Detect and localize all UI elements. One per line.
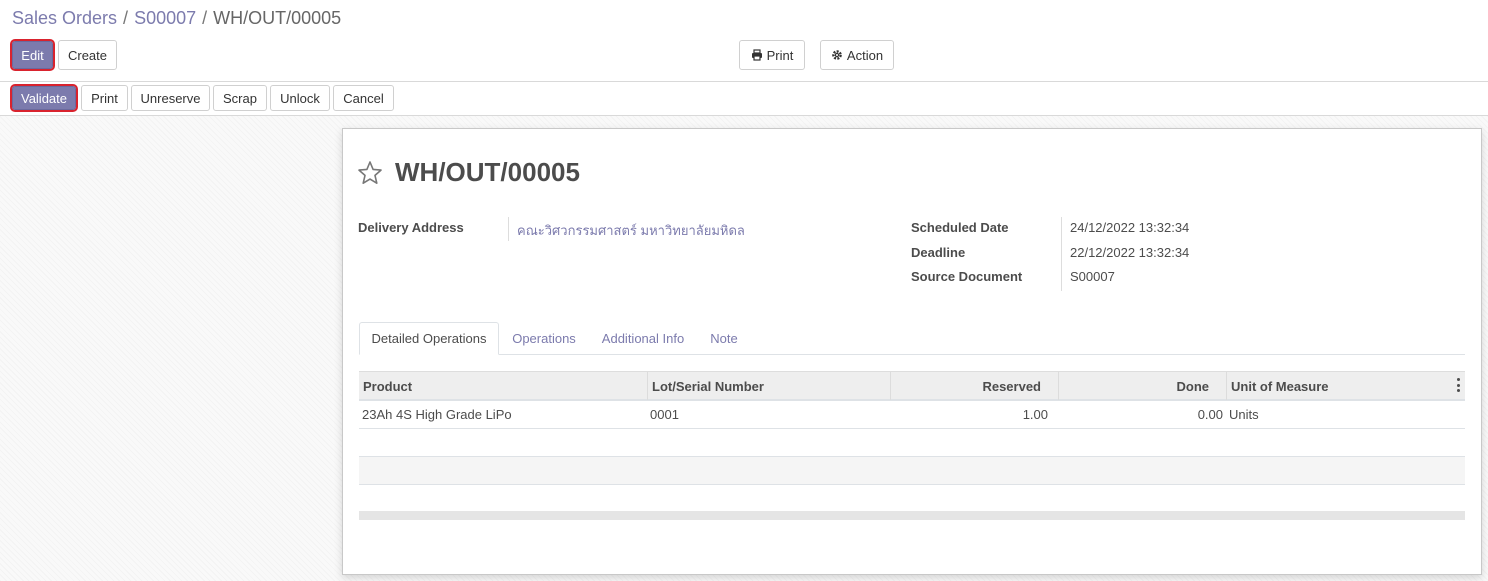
- print-menu-label: Print: [766, 47, 794, 63]
- title-row: WH/OUT/00005: [357, 157, 580, 188]
- table-footer: [359, 511, 1465, 520]
- tab-operations[interactable]: Operations: [509, 322, 579, 355]
- create-button[interactable]: Create: [58, 40, 117, 70]
- action-menu-label: Action: [846, 47, 884, 63]
- record-title: WH/OUT/00005: [395, 157, 580, 187]
- table-row-empty: [359, 485, 1465, 513]
- cell-done: 0.00: [1197, 407, 1223, 422]
- scrap-button[interactable]: Scrap: [213, 85, 267, 111]
- scheduled-date-label: Scheduled Date: [911, 220, 1009, 235]
- scheduled-date-value: 24/12/2022 13:32:34: [1070, 220, 1190, 235]
- column-header-done[interactable]: Done: [1058, 372, 1226, 400]
- print-button[interactable]: Print: [81, 85, 128, 111]
- breadcrumb-sales-orders[interactable]: Sales Orders: [12, 8, 117, 28]
- unreserve-button[interactable]: Unreserve: [131, 85, 210, 111]
- breadcrumb-current: WH/OUT/00005: [213, 8, 342, 28]
- column-header-uom[interactable]: Unit of Measure: [1226, 372, 1465, 400]
- breadcrumb: Sales Orders / S00007/WH/OUT/00005: [12, 7, 341, 29]
- validate-button[interactable]: Validate: [10, 84, 78, 112]
- tab-additional-info[interactable]: Additional Info: [596, 322, 690, 355]
- column-header-product[interactable]: Product: [359, 372, 647, 400]
- print-menu-button[interactable]: Print: [739, 40, 805, 70]
- tab-detailed-operations[interactable]: Detailed Operations: [359, 322, 499, 355]
- edit-button[interactable]: Edit: [10, 39, 55, 71]
- column-header-lot[interactable]: Lot/Serial Number: [647, 372, 890, 400]
- breadcrumb-separator: /: [202, 8, 208, 28]
- notebook-tabs: Detailed Operations Operations Additiona…: [359, 322, 1465, 355]
- gear-icon: [831, 49, 843, 61]
- unlock-button[interactable]: Unlock: [270, 85, 330, 111]
- status-bar: Validate Print Unreserve Scrap Unlock Ca…: [0, 82, 1488, 116]
- cell-lot: 0001: [650, 407, 679, 422]
- cell-product: 23Ah 4S High Grade LiPo: [362, 407, 512, 422]
- printer-icon: [751, 49, 763, 61]
- column-header-reserved[interactable]: Reserved: [890, 372, 1058, 400]
- deadline-label: Deadline: [911, 245, 966, 260]
- kebab-icon[interactable]: [1457, 378, 1461, 392]
- table-row-empty: [359, 429, 1465, 457]
- cell-uom: Units: [1229, 407, 1259, 422]
- table-row-empty: [359, 457, 1465, 485]
- action-menu-button[interactable]: Action: [820, 40, 894, 70]
- table-row[interactable]: 23Ah 4S High Grade LiPo 0001 1.00 0.00 U…: [359, 401, 1465, 429]
- breadcrumb-sale-order[interactable]: S00007: [134, 8, 196, 28]
- form-sheet: WH/OUT/00005 Delivery Address คณะวิศวกรร…: [342, 128, 1482, 575]
- star-outline-icon[interactable]: [357, 160, 383, 186]
- cell-reserved: 1.00: [1022, 407, 1048, 422]
- field-divider: [1061, 217, 1062, 291]
- deadline-value: 22/12/2022 13:32:34: [1070, 245, 1190, 260]
- table-header: Product Lot/Serial Number Reserved Done …: [359, 371, 1465, 401]
- cancel-button[interactable]: Cancel: [333, 85, 394, 111]
- delivery-address-label: Delivery Address: [358, 220, 464, 235]
- delivery-address-link[interactable]: คณะวิศวกรรมศาสตร์ มหาวิทยาลัยมหิดล: [517, 220, 745, 241]
- source-document-value: S00007: [1070, 269, 1115, 284]
- field-divider: [508, 217, 509, 241]
- source-document-label: Source Document: [911, 269, 1023, 284]
- tab-note[interactable]: Note: [705, 322, 743, 355]
- breadcrumb-separator: /: [123, 8, 129, 28]
- control-panel: Sales Orders / S00007/WH/OUT/00005 Edit Cr…: [0, 0, 1488, 82]
